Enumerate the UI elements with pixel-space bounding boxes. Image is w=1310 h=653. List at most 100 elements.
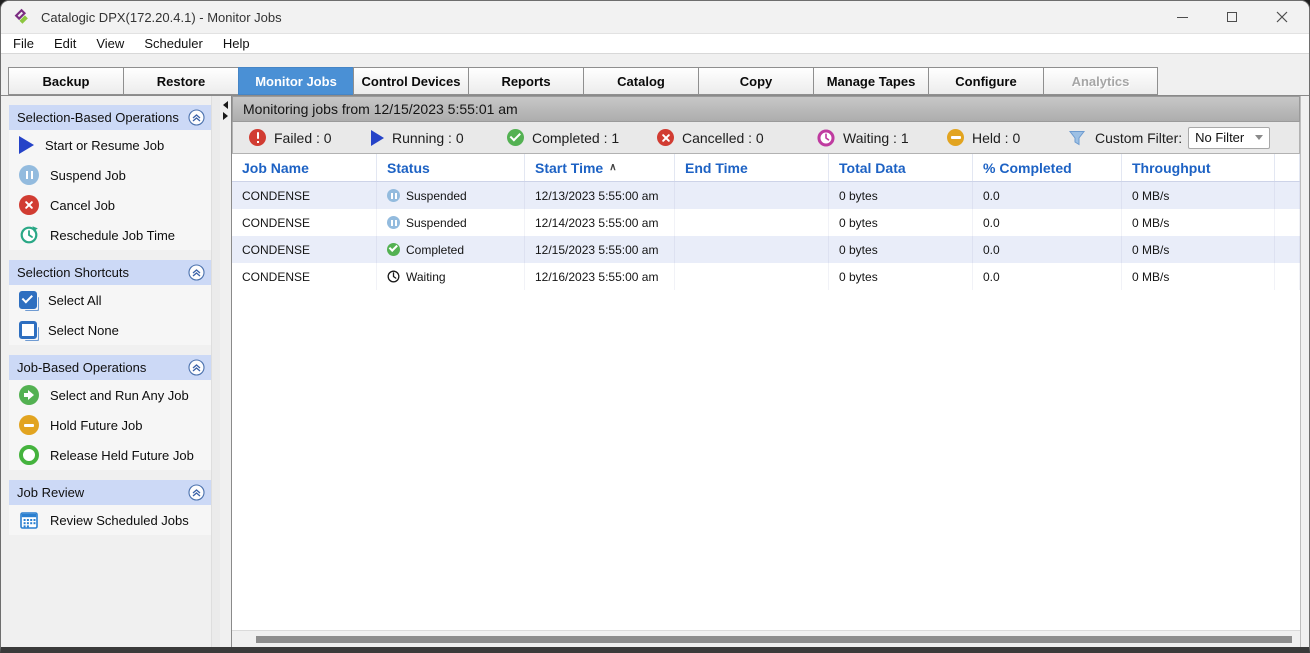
col-job-name[interactable]: Job Name xyxy=(232,154,377,181)
col-filler xyxy=(1275,154,1300,181)
sidebar-item-label: Hold Future Job xyxy=(50,418,143,433)
cell-pct-completed: 0.0 xyxy=(973,236,1122,263)
sidebar-item-label: Select All xyxy=(48,293,101,308)
menu-file[interactable]: File xyxy=(3,34,44,53)
tab-backup[interactable]: Backup xyxy=(8,67,123,95)
close-button[interactable] xyxy=(1275,10,1289,24)
cell-pct-completed: 0.0 xyxy=(973,182,1122,209)
double-chevron-up-icon[interactable] xyxy=(188,484,205,501)
sidebar-item-reschedule-job-time[interactable]: Reschedule Job Time xyxy=(9,220,211,250)
sidebar-item-cancel-job[interactable]: Cancel Job xyxy=(9,190,211,220)
tab-manage-tapes[interactable]: Manage Tapes xyxy=(813,67,928,95)
held-icon xyxy=(947,129,964,146)
col-end-time[interactable]: End Time xyxy=(675,154,829,181)
filter-label: Held : 0 xyxy=(972,130,1020,146)
maximize-button[interactable] xyxy=(1225,10,1239,24)
sidebar-item-hold-future-job[interactable]: Hold Future Job xyxy=(9,410,211,440)
cancel-icon xyxy=(19,195,39,215)
monitoring-status-bar: Monitoring jobs from 12/15/2023 5:55:01 … xyxy=(232,96,1300,122)
section-header[interactable]: Selection-Based Operations xyxy=(9,105,211,130)
cell-filler xyxy=(1275,182,1300,209)
tab-restore[interactable]: Restore xyxy=(123,67,238,95)
sidebar-item-select-none[interactable]: Select None xyxy=(9,315,211,345)
col-start-time[interactable]: Start Time∧ xyxy=(525,154,675,181)
cell-filler xyxy=(1275,263,1300,290)
section-header[interactable]: Selection Shortcuts xyxy=(9,260,211,285)
table-empty-area xyxy=(232,290,1300,630)
tab-configure[interactable]: Configure xyxy=(928,67,1043,95)
col-throughput[interactable]: Throughput xyxy=(1122,154,1275,181)
table-row[interactable]: CONDENSE Suspended 12/14/2023 5:55:00 am… xyxy=(232,209,1300,236)
waiting-icon xyxy=(817,129,835,147)
check-icon xyxy=(387,243,400,256)
status-text: Completed xyxy=(406,243,464,257)
cell-filler xyxy=(1275,236,1300,263)
hold-minus-icon xyxy=(19,415,39,435)
table-row[interactable]: CONDENSE Completed 12/15/2023 5:55:00 am… xyxy=(232,236,1300,263)
cell-start-time: 12/16/2023 5:55:00 am xyxy=(525,263,675,290)
cell-end-time xyxy=(675,236,829,263)
sidebar-item-label: Select None xyxy=(48,323,119,338)
section-title: Selection Shortcuts xyxy=(17,265,129,280)
collapse-left-icon[interactable] xyxy=(223,101,228,109)
menu-help[interactable]: Help xyxy=(213,34,260,53)
custom-filter-value: No Filter xyxy=(1195,130,1244,145)
cell-end-time xyxy=(675,209,829,236)
pause-icon xyxy=(387,189,400,202)
section-job-review: Job Review Review Scheduled Jobs xyxy=(9,480,211,535)
status-text: Waiting xyxy=(406,270,446,284)
filter-waiting[interactable]: Waiting : 1 xyxy=(817,129,947,147)
monitoring-status-text: Monitoring jobs from 12/15/2023 5:55:01 … xyxy=(243,101,518,117)
menu-view[interactable]: View xyxy=(86,34,134,53)
double-chevron-up-icon[interactable] xyxy=(188,109,205,126)
sidebar-item-select-all[interactable]: Select All xyxy=(9,285,211,315)
col-total-data[interactable]: Total Data xyxy=(829,154,973,181)
horizontal-scrollbar[interactable] xyxy=(232,630,1300,647)
sidebar-item-start-or-resume-job[interactable]: Start or Resume Job xyxy=(9,130,211,160)
cell-pct-completed: 0.0 xyxy=(973,209,1122,236)
col-status[interactable]: Status xyxy=(377,154,525,181)
minimize-button[interactable] xyxy=(1175,10,1189,24)
sidebar-item-release-held-future-job[interactable]: Release Held Future Job xyxy=(9,440,211,470)
filter-completed[interactable]: Completed : 1 xyxy=(507,129,657,146)
status-text: Suspended xyxy=(406,189,467,203)
collapse-right-icon[interactable] xyxy=(223,112,228,120)
custom-filter-select[interactable]: No Filter xyxy=(1188,127,1270,149)
section-header[interactable]: Job Review xyxy=(9,480,211,505)
checkbox-empty-icon xyxy=(19,321,37,339)
filter-held[interactable]: Held : 0 xyxy=(947,129,1047,146)
sidebar-item-label: Reschedule Job Time xyxy=(50,228,175,243)
double-chevron-up-icon[interactable] xyxy=(188,359,205,376)
horizontal-scrollbar-thumb[interactable] xyxy=(256,636,1292,643)
sidebar-scrollbar[interactable] xyxy=(211,96,220,647)
sidebar: Selection-Based Operations Start or Resu… xyxy=(1,96,211,647)
pause-icon xyxy=(387,216,400,229)
filter-label: Failed : 0 xyxy=(274,130,332,146)
table-row[interactable]: CONDENSE Waiting 12/16/2023 5:55:00 am 0… xyxy=(232,263,1300,290)
menu-scheduler[interactable]: Scheduler xyxy=(134,34,213,53)
filter-failed[interactable]: Failed : 0 xyxy=(249,129,371,146)
menu-edit[interactable]: Edit xyxy=(44,34,86,53)
cell-job-name: CONDENSE xyxy=(232,263,377,290)
cell-throughput: 0 MB/s xyxy=(1122,236,1275,263)
filter-cancelled[interactable]: Cancelled : 0 xyxy=(657,129,817,146)
tab-catalog[interactable]: Catalog xyxy=(583,67,698,95)
app-logo-icon xyxy=(13,8,31,26)
tab-copy[interactable]: Copy xyxy=(698,67,813,95)
tab-reports[interactable]: Reports xyxy=(468,67,583,95)
sidebar-item-suspend-job[interactable]: Suspend Job xyxy=(9,160,211,190)
panel-splitter[interactable] xyxy=(220,96,231,647)
sidebar-item-select-and-run-any-job[interactable]: Select and Run Any Job xyxy=(9,380,211,410)
col-pct-completed[interactable]: % Completed xyxy=(973,154,1122,181)
table-row[interactable]: CONDENSE Suspended 12/13/2023 5:55:00 am… xyxy=(232,182,1300,209)
tab-monitor-jobs[interactable]: Monitor Jobs xyxy=(238,67,353,95)
sidebar-item-review-scheduled-jobs[interactable]: Review Scheduled Jobs xyxy=(9,505,211,535)
cell-job-name: CONDENSE xyxy=(232,236,377,263)
section-header[interactable]: Job-Based Operations xyxy=(9,355,211,380)
section-title: Job-Based Operations xyxy=(17,360,146,375)
tab-control-devices[interactable]: Control Devices xyxy=(353,67,468,95)
double-chevron-up-icon[interactable] xyxy=(188,264,205,281)
cell-filler xyxy=(1275,209,1300,236)
cell-total-data: 0 bytes xyxy=(829,209,973,236)
filter-running[interactable]: Running : 0 xyxy=(371,130,507,146)
